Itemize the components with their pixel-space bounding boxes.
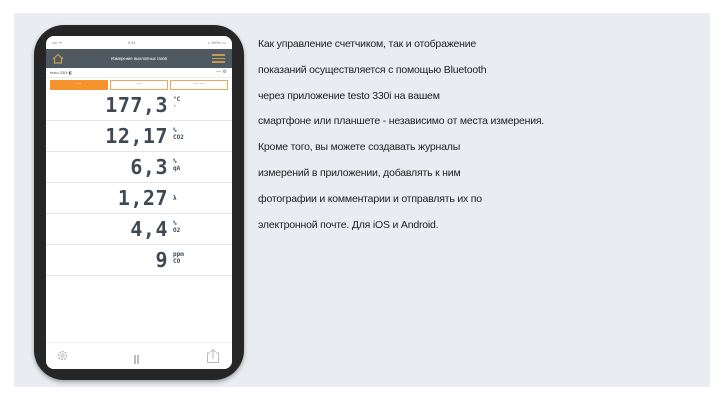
description-line: электронной почте. Для iOS и Android. (258, 218, 439, 231)
readings-list: 177,3 °C · 12,17 % CO2 6,3 % qA 1,27 λ 4… (46, 90, 232, 276)
description-line: показаний осуществляется с помощью Bluet… (258, 63, 487, 76)
reading-value: 177,3 (105, 93, 168, 117)
view-tabs: — — — — (46, 78, 232, 90)
tab-1[interactable]: — (50, 80, 108, 90)
description-line: Как управление счетчиком, так и отображе… (258, 38, 477, 50)
description-line: Кроме того, вы можете создавать журналы (258, 141, 461, 154)
content-panel: •••• ᯤ 9:41 ⁎ 100% ▭ Измерение выхлопных… (14, 13, 710, 387)
battery-indicator: ⁎ 100% ▭ (207, 40, 226, 45)
reading-value: 6,3 (130, 155, 168, 179)
smartphone-image: •••• ᯤ 9:41 ⁎ 100% ▭ Измерение выхлопных… (34, 25, 244, 380)
reading-row: 4,4 % O2 (46, 214, 232, 245)
reading-value: 9 (155, 248, 168, 272)
device-controls[interactable]: — ⚙ (216, 69, 227, 75)
tab-2[interactable]: — (110, 80, 168, 90)
description-line: измерений в приложении, добавлять к ним (258, 166, 461, 179)
device-name: testo 330i ◧ (50, 70, 73, 75)
reading-unit: ppm CO (173, 251, 184, 265)
signal-indicator: •••• ᯤ (52, 40, 63, 45)
reading-row: 177,3 °C · (46, 90, 232, 121)
pause-icon[interactable] (134, 351, 140, 364)
app-screen: •••• ᯤ 9:41 ⁎ 100% ▭ Измерение выхлопных… (46, 36, 232, 369)
description-line: фотографии и комментарии и отправлять их… (258, 192, 482, 205)
status-time: 9:41 (128, 40, 136, 45)
tab-3[interactable]: — — (170, 80, 228, 90)
reading-row: 1,27 λ (46, 183, 232, 214)
description-line: смартфоне или планшете - независимо от м… (258, 115, 545, 128)
gear-icon[interactable] (56, 349, 69, 362)
reading-unit: % CO2 (173, 127, 184, 141)
description-line: через приложение testo 330i на вашем (258, 89, 440, 102)
reading-unit: % O2 (173, 220, 181, 234)
description-text: Как управление счетчиком, так и отображе… (258, 32, 588, 238)
menu-icon[interactable] (212, 54, 225, 63)
reading-value: 1,27 (117, 186, 168, 210)
home-icon[interactable] (52, 53, 64, 64)
reading-row: 6,3 % qA (46, 152, 232, 183)
reading-unit: % qA (173, 158, 181, 172)
bottom-toolbar (46, 342, 232, 369)
reading-value: 12,17 (105, 124, 168, 148)
reading-value: 4,4 (130, 217, 168, 241)
device-bar: testo 330i ◧ — ⚙ (46, 68, 232, 78)
reading-row: 12,17 % CO2 (46, 121, 232, 152)
share-icon[interactable] (206, 348, 220, 364)
reading-unit: °C · (173, 96, 181, 110)
app-title: Измерение выхлопных газов (110, 56, 168, 61)
reading-unit: λ (173, 195, 177, 202)
status-bar: •••• ᯤ 9:41 ⁎ 100% ▭ (46, 36, 232, 49)
reading-row: 9 ppm CO (46, 245, 232, 276)
app-titlebar: Измерение выхлопных газов (46, 49, 232, 68)
